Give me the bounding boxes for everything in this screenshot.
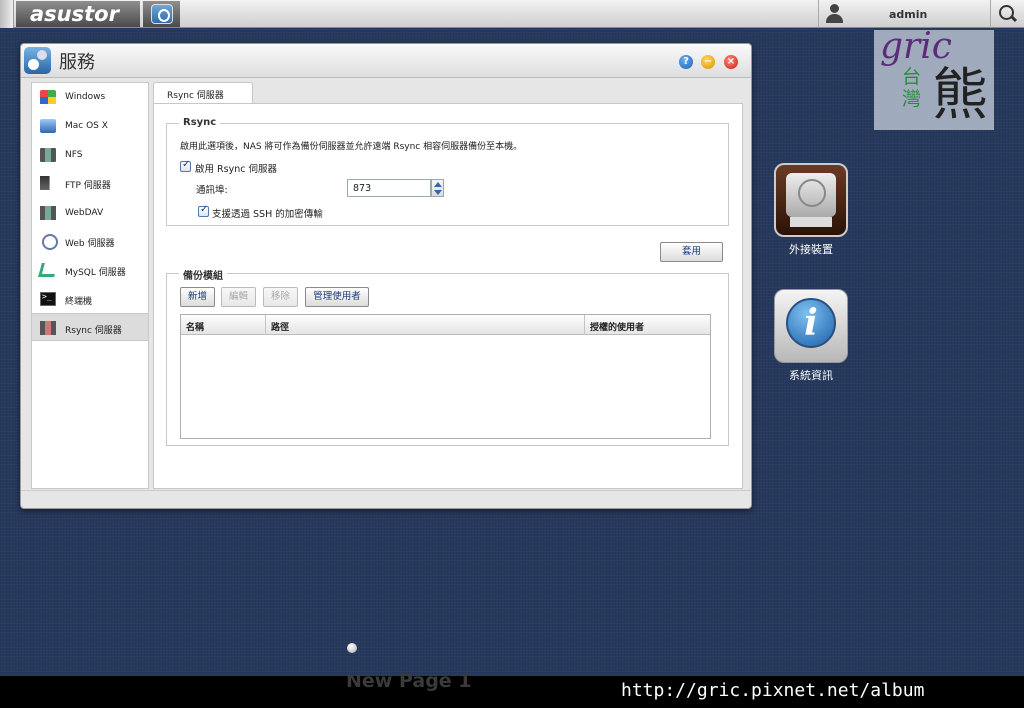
terminal-icon bbox=[40, 292, 56, 306]
column-header-name[interactable]: 名稱 bbox=[181, 315, 266, 335]
tab-panel: Rsync 啟用此選項後，NAS 將可作為備份伺服器並允許遠端 Rsync 相容… bbox=[153, 103, 743, 489]
watermark-text: gric bbox=[880, 26, 952, 67]
backup-module-fieldset: 備份模組 新增 編輯 移除 管理使用者 名稱 路徑 授權的使用者 bbox=[166, 267, 729, 446]
sidebar-item-label: Windows bbox=[65, 92, 106, 102]
rsync-legend: Rsync bbox=[179, 117, 221, 128]
table-header: 名稱 路徑 授權的使用者 bbox=[181, 315, 710, 335]
stepper-up-icon[interactable] bbox=[434, 182, 442, 187]
home-icon bbox=[151, 4, 173, 24]
apply-button[interactable]: 套用 bbox=[660, 242, 723, 262]
watermark-url: http://gric.pixnet.net/album bbox=[621, 680, 925, 701]
sidebar-item-mysql[interactable]: MySQL 伺服器 bbox=[32, 256, 148, 284]
rsync-fieldset: Rsync 啟用此選項後，NAS 將可作為備份伺服器並允許遠端 Rsync 相容… bbox=[166, 117, 729, 226]
watermark-bear: 熊 bbox=[932, 63, 988, 128]
rsync-icon bbox=[40, 321, 56, 335]
sidebar-item-web[interactable]: Web 伺服器 bbox=[32, 227, 148, 255]
sidebar-item-label: Rsync 伺服器 bbox=[65, 326, 122, 336]
watermark: gric 台灣 熊 bbox=[874, 26, 994, 130]
sidebar-item-windows[interactable]: Windows bbox=[32, 83, 148, 111]
port-label: 通訊埠: bbox=[196, 185, 228, 196]
window-titlebar[interactable]: 服務 ? − × bbox=[21, 44, 751, 78]
mysql-icon bbox=[38, 263, 58, 277]
enable-rsync-checkbox[interactable] bbox=[180, 159, 191, 172]
topbar-grip bbox=[0, 0, 14, 28]
info-circle: i bbox=[786, 298, 836, 348]
tab-rsync[interactable]: Rsync 伺服器 bbox=[153, 82, 253, 104]
ssh-encryption-label[interactable]: 支援透過 SSH 的加密傳輸 bbox=[212, 206, 323, 220]
user-icon bbox=[825, 4, 843, 24]
home-button[interactable] bbox=[142, 1, 180, 27]
page-indicator-dot[interactable] bbox=[347, 643, 357, 653]
user-menu[interactable]: admin bbox=[818, 0, 990, 28]
add-button[interactable]: 新增 bbox=[180, 287, 215, 307]
sidebar-item-nfs[interactable]: NFS bbox=[32, 141, 148, 169]
sidebar-item-ftp[interactable]: FTP 伺服器 bbox=[32, 169, 148, 197]
sidebar-item-label: Web 伺服器 bbox=[65, 239, 115, 249]
sidebar-item-rsync[interactable]: Rsync 伺服器 bbox=[32, 313, 148, 341]
user-name: admin bbox=[889, 8, 928, 21]
sidebar-item-webdav[interactable]: WebDAV bbox=[32, 199, 148, 227]
minimize-button[interactable]: − bbox=[701, 55, 715, 69]
services-window: 服務 ? − × Windows Mac OS X NFS FTP 伺服器 We… bbox=[20, 43, 752, 509]
asustor-logo: asustor bbox=[16, 1, 140, 27]
sidebar-item-label: FTP 伺服器 bbox=[65, 181, 111, 191]
column-header-path[interactable]: 路徑 bbox=[266, 315, 585, 335]
nfs-icon bbox=[40, 148, 56, 162]
rsync-description: 啟用此選項後，NAS 將可作為備份伺服器並允許遠端 Rsync 相容伺服器備份至… bbox=[180, 142, 523, 152]
remove-button[interactable]: 移除 bbox=[263, 287, 298, 307]
sidebar-item-label: WebDAV bbox=[65, 208, 104, 218]
stepper-down-icon[interactable] bbox=[434, 190, 442, 195]
window-footer bbox=[21, 490, 751, 508]
port-stepper[interactable] bbox=[431, 179, 444, 197]
sidebar-item-label: MySQL 伺服器 bbox=[65, 268, 126, 278]
content-area: Rsync 伺服器 Rsync 啟用此選項後，NAS 將可作為備份伺服器並允許遠… bbox=[153, 82, 743, 489]
port-input[interactable]: 873 bbox=[347, 179, 431, 197]
backup-module-legend: 備份模組 bbox=[179, 267, 227, 282]
services-sidebar: Windows Mac OS X NFS FTP 伺服器 WebDAV Web … bbox=[31, 82, 149, 489]
window-title: 服務 bbox=[59, 52, 95, 73]
sidebar-item-label: Mac OS X bbox=[65, 121, 108, 131]
watermark-country: 台灣 bbox=[902, 66, 922, 110]
system-info-label[interactable]: 系統資訊 bbox=[761, 367, 861, 383]
backup-module-table: 名稱 路徑 授權的使用者 bbox=[180, 314, 711, 439]
page-label: New Page 1 bbox=[346, 670, 472, 692]
info-icon[interactable]: i bbox=[774, 289, 848, 363]
sidebar-item-label: NFS bbox=[65, 150, 83, 160]
external-drive-label[interactable]: 外接裝置 bbox=[761, 241, 861, 257]
ssh-encryption-checkbox[interactable] bbox=[198, 204, 209, 217]
enable-rsync-label[interactable]: 啟用 Rsync 伺服器 bbox=[195, 161, 277, 175]
column-header-authorized-users[interactable]: 授權的使用者 bbox=[585, 315, 710, 335]
sidebar-item-label: 終端機 bbox=[65, 297, 93, 307]
drive-slot bbox=[790, 217, 832, 227]
external-drive-icon[interactable] bbox=[774, 163, 848, 237]
services-app-icon bbox=[24, 47, 51, 74]
manage-users-button[interactable]: 管理使用者 bbox=[305, 287, 369, 307]
top-bar: asustor admin bbox=[0, 0, 1024, 28]
drive-shape bbox=[786, 173, 836, 217]
search-button[interactable] bbox=[990, 0, 1024, 28]
web-icon bbox=[40, 234, 58, 250]
ftp-icon bbox=[40, 176, 50, 190]
windows-icon bbox=[40, 90, 56, 104]
search-icon bbox=[999, 5, 1017, 23]
help-button[interactable]: ? bbox=[679, 55, 693, 69]
edit-button[interactable]: 編輯 bbox=[221, 287, 256, 307]
mac-icon bbox=[40, 119, 56, 133]
sidebar-item-terminal[interactable]: 終端機 bbox=[32, 285, 148, 313]
close-button[interactable]: × bbox=[724, 55, 738, 69]
sidebar-item-mac[interactable]: Mac OS X bbox=[32, 112, 148, 140]
webdav-icon bbox=[40, 206, 56, 220]
